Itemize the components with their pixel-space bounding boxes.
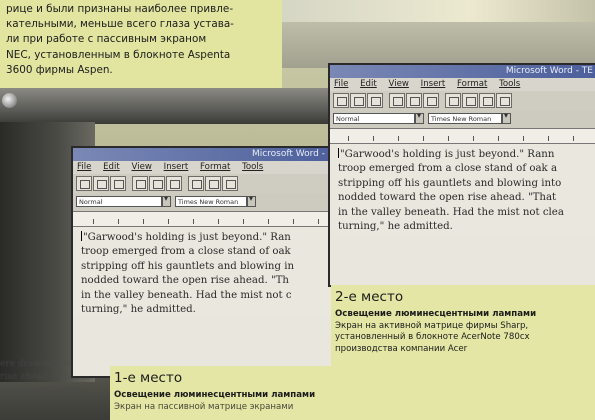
document-line: in the valley beneath. Had the mist not … [81,289,292,301]
document-line: turning," he admitted. [338,221,453,233]
spelling-icon[interactable] [166,176,182,191]
spelling-icon[interactable] [423,93,439,108]
caption-line: установленный в блокноте AcerNote 780cx [335,332,530,343]
print-icon[interactable] [132,176,148,191]
ruler [73,211,343,227]
paste-icon[interactable] [479,93,495,108]
formatting-toolbar: Normal Times New Roman [330,111,595,128]
document-line: stripping off his gauntlets and blowing … [338,177,562,189]
document-line: troop emerged from a close stand of oak … [338,163,558,175]
style-select[interactable]: Normal [76,196,162,207]
menu-format[interactable]: Format [200,162,230,172]
menu-edit[interactable]: Edit [360,79,377,89]
caption-line: Освещение люминесцентными лампами [114,390,316,400]
photo-spread: рице и были признаны наиболее привле- ка… [0,0,595,420]
save-icon[interactable] [110,176,126,191]
caption-line: Экран на пассивной матрице экранами [114,401,294,412]
menu-tools[interactable]: Tools [242,162,263,172]
background-photo-top [282,0,595,22]
standard-toolbar [73,174,343,194]
document-body[interactable]: "Garwood's holding is just beyond." Ran … [73,227,343,318]
menu-edit[interactable]: Edit [103,162,120,172]
text-cursor [338,148,339,158]
menu-view[interactable]: View [132,162,152,172]
menu-view[interactable]: View [389,79,409,89]
font-dropdown-icon[interactable] [247,194,256,207]
print-preview-icon[interactable] [149,176,165,191]
text-cursor [81,231,82,241]
undo-icon[interactable] [496,93,512,108]
document-line: turning," he admitted. [81,304,196,316]
document-line-text: "Garwood's holding is just beyond." Rann [340,149,555,160]
style-dropdown-icon[interactable] [162,194,171,207]
menu-bar: File Edit View Insert Format Tools [330,78,595,91]
caption-line: производства компании Acer [335,343,468,354]
open-folder-icon[interactable] [93,176,109,191]
laptop-screen-second-place: Microsoft Word - TE File Edit View Inser… [330,65,595,285]
menu-file[interactable]: File [77,162,91,172]
document-line: troop emerged from a close stand of oak [81,246,291,258]
window-titlebar: Microsoft Word - [73,148,343,161]
caption-line: Экран на активной матрице фирмы Sharp, [335,320,529,331]
new-document-icon[interactable] [333,93,349,108]
open-folder-icon[interactable] [350,93,366,108]
font-select[interactable]: Times New Roman [175,196,247,207]
window-title: Microsoft Word - TE [505,66,593,76]
caption-heading: 2-е место [335,289,404,305]
new-document-icon[interactable] [76,176,92,191]
standard-toolbar [330,91,595,111]
menu-insert[interactable]: Insert [421,79,446,89]
document-line: nodded toward the open rise ahead. "That [338,192,557,204]
intro-line: 3600 фирмы Aspen. [6,63,113,76]
laptop-screen-first-place: Microsoft Word - File Edit View Insert F… [73,148,343,376]
background-text-line: the mist not cleare [0,385,87,395]
document-line: stripping off his gauntlets and blowing … [81,260,295,272]
intro-line: ли при работе с пассивным экраном [6,33,207,46]
laptop-bezel [0,88,340,124]
cut-icon[interactable] [445,93,461,108]
paste-icon[interactable] [222,176,238,191]
document-line: in the valley beneath. Had the mist not … [338,206,564,218]
style-select[interactable]: Normal [333,113,415,124]
menu-file[interactable]: File [334,79,348,89]
document-line: nodded toward the open rise ahead. "Th [81,275,289,287]
document-body[interactable]: "Garwood's holding is just beyond." Rann… [330,144,595,235]
intro-line: NEC, установленным в блокноте Aspenta [6,48,231,61]
document-line-text: "Garwood's holding is just beyond." Ran [83,232,291,243]
laptop-hinge-knob [2,93,17,108]
font-dropdown-icon[interactable] [502,111,511,124]
font-select[interactable]: Times New Roman [428,113,502,124]
document-line: "Garwood's holding is just beyond." Rann [338,148,589,162]
style-dropdown-icon[interactable] [415,111,424,124]
ruler [330,128,595,144]
caption-first-place: 1-е место Освещение люминесцентными ламп… [110,366,595,420]
cut-icon[interactable] [188,176,204,191]
menu-format[interactable]: Format [457,79,487,89]
save-icon[interactable] [367,93,383,108]
menu-bar: File Edit View Insert Format Tools [73,161,343,174]
copy-icon[interactable] [205,176,221,191]
menu-tools[interactable]: Tools [499,79,520,89]
intro-text-block: рице и были признаны наиболее привле- ка… [0,0,282,92]
intro-line: рице и были признаны наиболее привле- [6,3,234,15]
caption-heading: 1-е место [114,370,183,386]
print-icon[interactable] [389,93,405,108]
copy-icon[interactable] [462,93,478,108]
window-title: Microsoft Word - [251,149,325,159]
intro-line: кательными, меньше всего глаза устава- [6,18,234,31]
document-line: "Garwood's holding is just beyond." Ran [81,231,337,245]
window-titlebar: Microsoft Word - TE [330,65,595,78]
formatting-toolbar: Normal Times New Roman [73,194,343,211]
caption-line: Освещение люминесцентными лампами [335,309,537,319]
print-preview-icon[interactable] [406,93,422,108]
background-photo-band [282,22,595,68]
menu-insert[interactable]: Insert [164,162,189,172]
